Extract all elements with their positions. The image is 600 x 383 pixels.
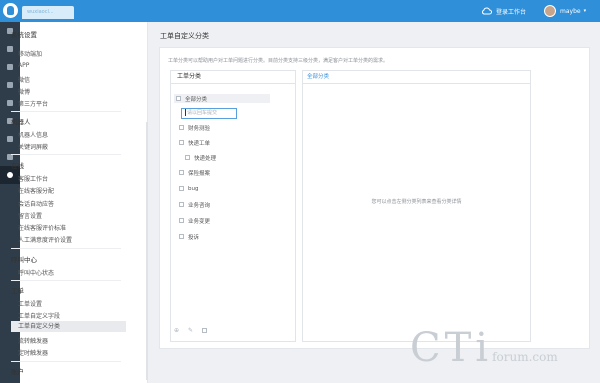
sidebar-item[interactable]: 机器人信息 — [18, 130, 48, 139]
sidebar-section-online: 在线 — [11, 162, 24, 170]
sidebar-item[interactable]: 会话自动应答 — [18, 199, 54, 208]
tree-node-label: 快递工单 — [188, 140, 211, 147]
divider — [11, 280, 121, 281]
sidebar-item[interactable]: 在线客服分配 — [18, 186, 54, 195]
expand-icon[interactable] — [179, 186, 184, 191]
divider — [11, 111, 121, 112]
sidebar-item[interactable]: 工单设置 — [18, 299, 42, 308]
edit-icon[interactable]: ✎ — [188, 327, 193, 334]
sidebar-item[interactable]: 关键词屏蔽 — [18, 142, 48, 151]
tree-node[interactable]: 快递处理 — [185, 153, 216, 162]
tree-node[interactable]: 业务咨询 — [179, 200, 210, 209]
tree-node[interactable]: bug — [179, 184, 198, 193]
tree-node[interactable]: 保险报案 — [179, 168, 210, 177]
tree-node-label: 投诉 — [188, 234, 200, 241]
sidebar-item[interactable]: 在线客服评价标准 — [18, 223, 66, 232]
sidebar-item[interactable]: 客服工作台 — [18, 174, 48, 183]
tree-node-label: bug — [188, 185, 199, 192]
tree-node-label: 保险报案 — [188, 170, 211, 177]
sidebar-scrollbar[interactable] — [146, 122, 148, 380]
rail-ticket-icon[interactable] — [0, 58, 20, 76]
watermark-sub: forum.com — [492, 350, 558, 364]
sidebar-item[interactable]: 流转触发器 — [18, 336, 48, 345]
app-logo — [3, 3, 18, 18]
workbench-label: 登录工作台 — [496, 8, 527, 16]
rail-user-icon[interactable] — [0, 94, 20, 112]
sidebar-section-ticket: 工单 — [11, 287, 24, 295]
sidebar-item[interactable]: 第三方平台 — [18, 99, 48, 108]
expand-icon[interactable] — [179, 234, 184, 239]
tree-node[interactable]: 快递工单 — [179, 138, 210, 147]
tab-all-categories[interactable]: 全部分类 — [307, 72, 329, 80]
tree-header: 工单分类 — [170, 70, 296, 84]
tree-node[interactable]: 业务变更 — [179, 216, 210, 225]
stats-icon — [7, 136, 13, 142]
sidebar-section-system: 系统设置 — [11, 31, 37, 39]
user-name: maybe — [560, 7, 581, 15]
sidebar-section-callcenter: 呼叫中心 — [11, 256, 37, 264]
sidebar-item[interactable]: 移动端加 — [18, 49, 42, 58]
tree-node[interactable]: 财务测验 — [179, 123, 210, 132]
expand-icon[interactable] — [179, 218, 184, 223]
user-icon — [7, 100, 13, 106]
top-bar: wuxiaocl... 登录工作台 maybe ▾ — [0, 0, 600, 22]
sidebar-item[interactable]: 微信 — [18, 75, 30, 84]
page-description: 工单分类可以帮助用户对工单问题进行分类。目前分类支持三级分类，满足客户对工单分类… — [168, 58, 389, 64]
expand-icon[interactable] — [179, 140, 184, 145]
sidebar-section-account: 账户 — [11, 368, 24, 376]
expand-icon[interactable] — [185, 155, 190, 160]
chat-icon — [7, 46, 13, 52]
sidebar-item[interactable]: 微博 — [18, 87, 30, 96]
expand-icon[interactable] — [179, 125, 184, 130]
expand-icon[interactable] — [179, 202, 184, 207]
divider — [11, 154, 121, 155]
delete-icon[interactable] — [202, 328, 208, 333]
workbench-link[interactable]: 登录工作台 — [481, 3, 526, 19]
tree-node-label: 业务咨询 — [188, 202, 211, 209]
cloud-icon — [482, 7, 492, 15]
divider — [11, 361, 121, 362]
tree-node-label: 全部分类 — [185, 96, 208, 103]
header-tab[interactable]: wuxiaocl... — [22, 6, 74, 19]
expand-icon[interactable] — [179, 170, 184, 175]
rail-chat-icon[interactable] — [0, 40, 20, 58]
rail-stats-icon[interactable] — [0, 130, 20, 148]
sidebar-item[interactable]: 人工满意度评价设置 — [18, 235, 72, 244]
divider — [11, 248, 121, 249]
chevron-down-icon: ▾ — [583, 8, 587, 14]
sidebar-item-active[interactable]: 工单自定义分类 — [11, 321, 126, 332]
category-detail-pane — [302, 70, 531, 342]
tree-node-label: 业务变更 — [188, 218, 211, 225]
watermark-main: CTi — [410, 325, 493, 371]
watermark: CTiforum.com — [410, 325, 558, 371]
add-icon[interactable]: ⊕ — [174, 327, 179, 334]
sidebar-item[interactable]: 定时触发器 — [18, 348, 48, 357]
sidebar-item[interactable]: 留言设置 — [18, 211, 42, 220]
sidebar-item[interactable]: APP — [18, 62, 29, 69]
sidebar-section-robot: 机器人 — [11, 118, 31, 126]
page-title: 工单自定义分类 — [160, 32, 209, 40]
empty-state-hint: 您可以点击左侧分类列表来查看分类详情 — [371, 199, 462, 205]
new-category-input[interactable]: 请以回车提交 — [181, 108, 237, 119]
tree-toolbar: ⊕ ✎ — [174, 327, 208, 334]
tree-node-label: 快递处理 — [194, 155, 217, 162]
avatar — [544, 5, 556, 17]
sidebar-item[interactable]: 呼叫中心状态 — [18, 268, 54, 277]
tree-node[interactable]: 投诉 — [179, 232, 199, 241]
rail-document-icon[interactable] — [0, 76, 20, 94]
tree-node-root[interactable]: 全部分类 — [174, 94, 270, 103]
divider — [302, 83, 531, 84]
user-menu[interactable]: maybe ▾ — [544, 3, 586, 19]
ticket-icon — [7, 64, 13, 70]
document-icon — [7, 82, 13, 88]
sidebar-item[interactable]: 工单自定义字段 — [18, 311, 60, 320]
tree-node-label: 财务测验 — [188, 125, 211, 132]
settings-icon — [7, 172, 13, 178]
collapse-icon[interactable] — [176, 96, 181, 101]
